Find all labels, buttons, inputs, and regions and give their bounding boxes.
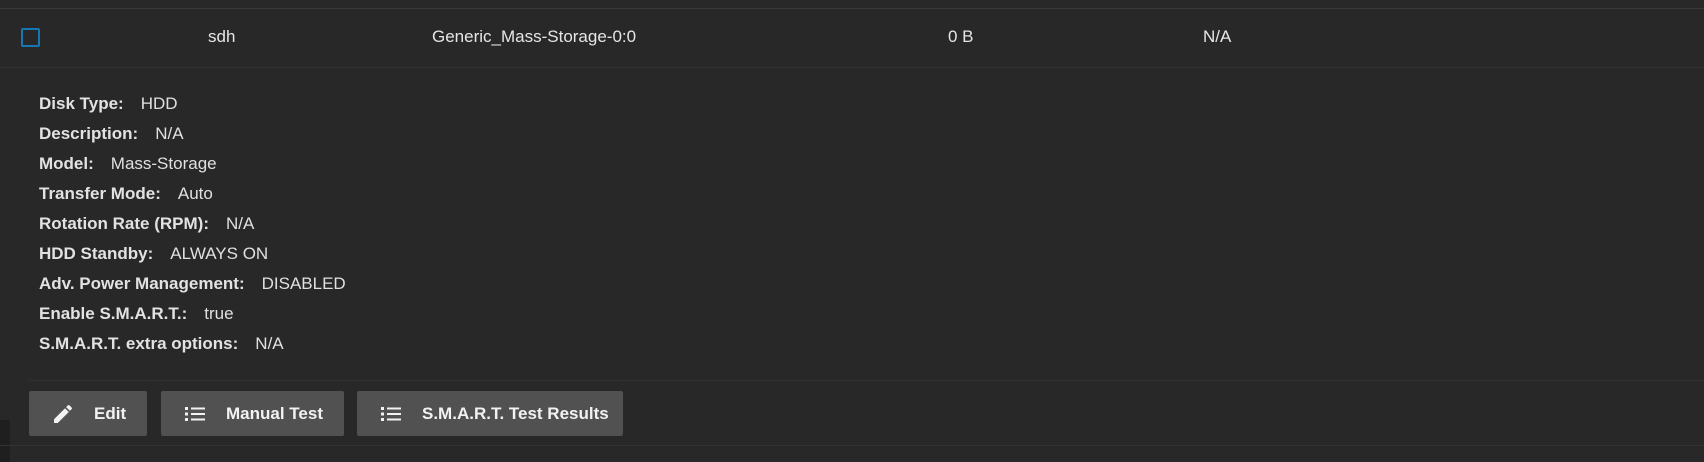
disk-detail-panel: sdh Generic_Mass-Storage-0:0 0 B N/A Dis… [0,0,1704,462]
detail-label: Enable S.M.A.R.T.: [39,304,188,323]
size-cell: 0 B [948,27,974,46]
disk-details-list: Disk Type: HDD Description: N/A Model: Mass… [39,92,346,362]
detail-value: Auto [177,184,213,203]
detail-value: Mass-Storage [110,154,217,173]
detail-label: Model: [39,154,94,173]
smart-test-results-button-label: S.M.A.R.T. Test Results [422,403,609,423]
detail-label: HDD Standby: [39,244,154,263]
detail-model: Model: Mass-Storage [39,152,346,182]
device-name-cell: sdh [208,27,236,46]
detail-smart-extra-options: S.M.A.R.T. extra options: N/A [39,332,346,362]
list-icon [379,402,403,426]
detail-label: Description: [39,124,139,143]
detail-transfer-mode: Transfer Mode: Auto [39,182,346,212]
detail-rotation-rate: Rotation Rate (RPM): N/A [39,212,346,242]
manual-test-button-label: Manual Test [226,403,323,423]
pencil-icon [51,402,75,426]
edit-button-label: Edit [94,403,127,423]
edit-button[interactable]: Edit [29,391,147,436]
smart-test-results-button[interactable]: S.M.A.R.T. Test Results [357,391,623,436]
scroll-edge [0,420,10,462]
detail-label: Transfer Mode: [39,184,161,203]
detail-label: Rotation Rate (RPM): [39,214,209,233]
detail-label: S.M.A.R.T. extra options: [39,334,239,353]
manual-test-button[interactable]: Manual Test [161,391,344,436]
detail-label: Disk Type: [39,94,124,113]
detail-label: Adv. Power Management: [39,274,245,293]
pool-cell: N/A [1203,27,1232,46]
bottom-divider [0,445,1704,446]
detail-value: N/A [155,124,184,143]
detail-hdd-standby: HDD Standby: ALWAYS ON [39,242,346,272]
list-icon [183,402,207,426]
row-select-checkbox[interactable] [21,28,40,47]
detail-disk-type: Disk Type: HDD [39,92,346,122]
detail-enable-smart: Enable S.M.A.R.T.: true [39,302,346,332]
detail-value: DISABLED [261,274,346,293]
detail-value: ALWAYS ON [170,244,269,263]
detail-value: N/A [255,334,284,353]
serial-cell: Generic_Mass-Storage-0:0 [432,27,637,46]
detail-adv-power-management: Adv. Power Management: DISABLED [39,272,346,302]
table-row[interactable]: sdh Generic_Mass-Storage-0:0 0 B N/A [0,9,1704,68]
detail-value: HDD [140,94,178,113]
detail-value: true [204,304,234,323]
detail-description: Description: N/A [39,122,346,152]
actions-divider [29,380,1704,381]
detail-value: N/A [225,214,255,233]
